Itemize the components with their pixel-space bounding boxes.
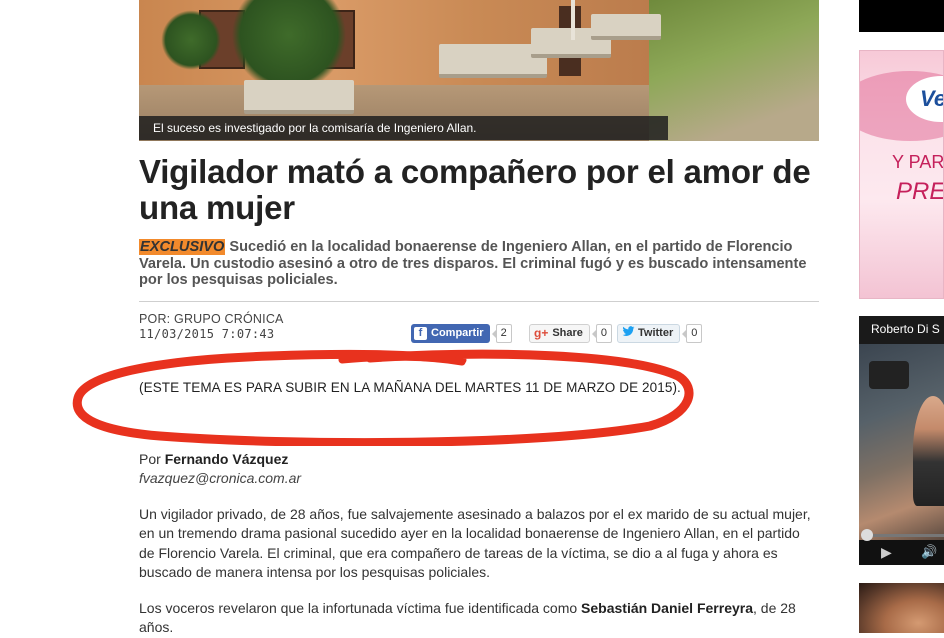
twitter-share-count: 0 bbox=[682, 323, 703, 343]
video-player[interactable]: Roberto Di S ▶ 🔊 bbox=[859, 316, 944, 565]
ad-text: PRE bbox=[896, 178, 944, 205]
exclusive-tag: EXCLUSIVO bbox=[139, 239, 226, 255]
ad-banner-top[interactable] bbox=[859, 0, 944, 32]
article-paragraph: Los voceros revelaron que la infortunada… bbox=[139, 599, 819, 638]
camera-shape bbox=[869, 361, 909, 389]
author-line: Por Fernando Vázquez bbox=[139, 451, 288, 467]
article-paragraph: Un vigilador privado, de 28 años, fue sa… bbox=[139, 506, 811, 580]
article-lead: EXCLUSIVO Sucedió en la localidad bonaer… bbox=[139, 239, 819, 289]
veet-ad[interactable]: Ve Y PAR PRE bbox=[859, 50, 944, 299]
hero-pole bbox=[571, 0, 575, 40]
twitter-icon bbox=[622, 326, 635, 340]
lead-text: Sucedió en la localidad bonaerense de In… bbox=[139, 239, 807, 288]
video-title[interactable]: Roberto Di S bbox=[871, 322, 940, 336]
ad-text: Y PAR bbox=[892, 152, 944, 172]
red-annotation-oval bbox=[72, 349, 694, 446]
editor-note: (ESTE TEMA ES PARA SUBIR EN LA MAÑANA DE… bbox=[139, 380, 681, 395]
facebook-share-label: Compartir bbox=[431, 327, 484, 339]
video-progress-knob[interactable] bbox=[861, 529, 873, 541]
photo-caption-bar: El suceso es investigado por la comisarí… bbox=[139, 116, 668, 140]
article-headline: Vigilador mató a compañero por el amor d… bbox=[139, 153, 811, 226]
photo-caption: El suceso es investigado por la comisarí… bbox=[153, 121, 477, 135]
hero-grass bbox=[649, 0, 819, 141]
gplus-share-count: 0 bbox=[591, 323, 613, 343]
hero-plant bbox=[161, 10, 221, 70]
hero-planter bbox=[591, 14, 661, 40]
divider bbox=[139, 301, 819, 302]
author-email[interactable]: fvazquez@cronica.com.ar bbox=[139, 470, 301, 486]
video-progress-track[interactable] bbox=[865, 534, 944, 537]
author-name: Fernando Vázquez bbox=[164, 451, 289, 467]
author-prefix: Por bbox=[139, 451, 165, 467]
publish-date: 11/03/2015 7:07:43 bbox=[139, 327, 275, 341]
hero-planter bbox=[244, 80, 354, 114]
twitter-share-button[interactable]: Twitter bbox=[617, 323, 681, 343]
gplus-share: g+ Share 0 bbox=[529, 323, 613, 343]
gplus-share-button[interactable]: g+ Share bbox=[529, 323, 590, 343]
gplus-icon: g+ bbox=[534, 326, 549, 340]
byline-source: POR: GRUPO CRÓNICA bbox=[139, 312, 284, 326]
person-shape bbox=[913, 396, 944, 506]
victim-name: Sebastián Daniel Ferreyra bbox=[581, 600, 754, 616]
ad-bottom-image[interactable] bbox=[859, 583, 944, 633]
facebook-share-button[interactable]: f Compartir bbox=[411, 323, 490, 343]
twitter-share-label: Twitter bbox=[638, 327, 674, 339]
paragraph-text: Los voceros revelaron que la infortunada… bbox=[139, 600, 582, 616]
gplus-share-label: Share bbox=[552, 327, 583, 339]
volume-icon[interactable]: 🔊 bbox=[921, 544, 937, 560]
hero-image: El suceso es investigado por la comisarí… bbox=[139, 0, 819, 141]
twitter-share: Twitter 0 bbox=[617, 323, 703, 343]
play-icon[interactable]: ▶ bbox=[881, 544, 892, 561]
facebook-share: f Compartir 2 bbox=[411, 323, 512, 343]
byline: POR: GRUPO CRÓNICA 11/03/2015 7:07:43 bbox=[139, 312, 284, 341]
facebook-share-count: 2 bbox=[491, 323, 512, 343]
facebook-icon: f bbox=[414, 326, 427, 340]
